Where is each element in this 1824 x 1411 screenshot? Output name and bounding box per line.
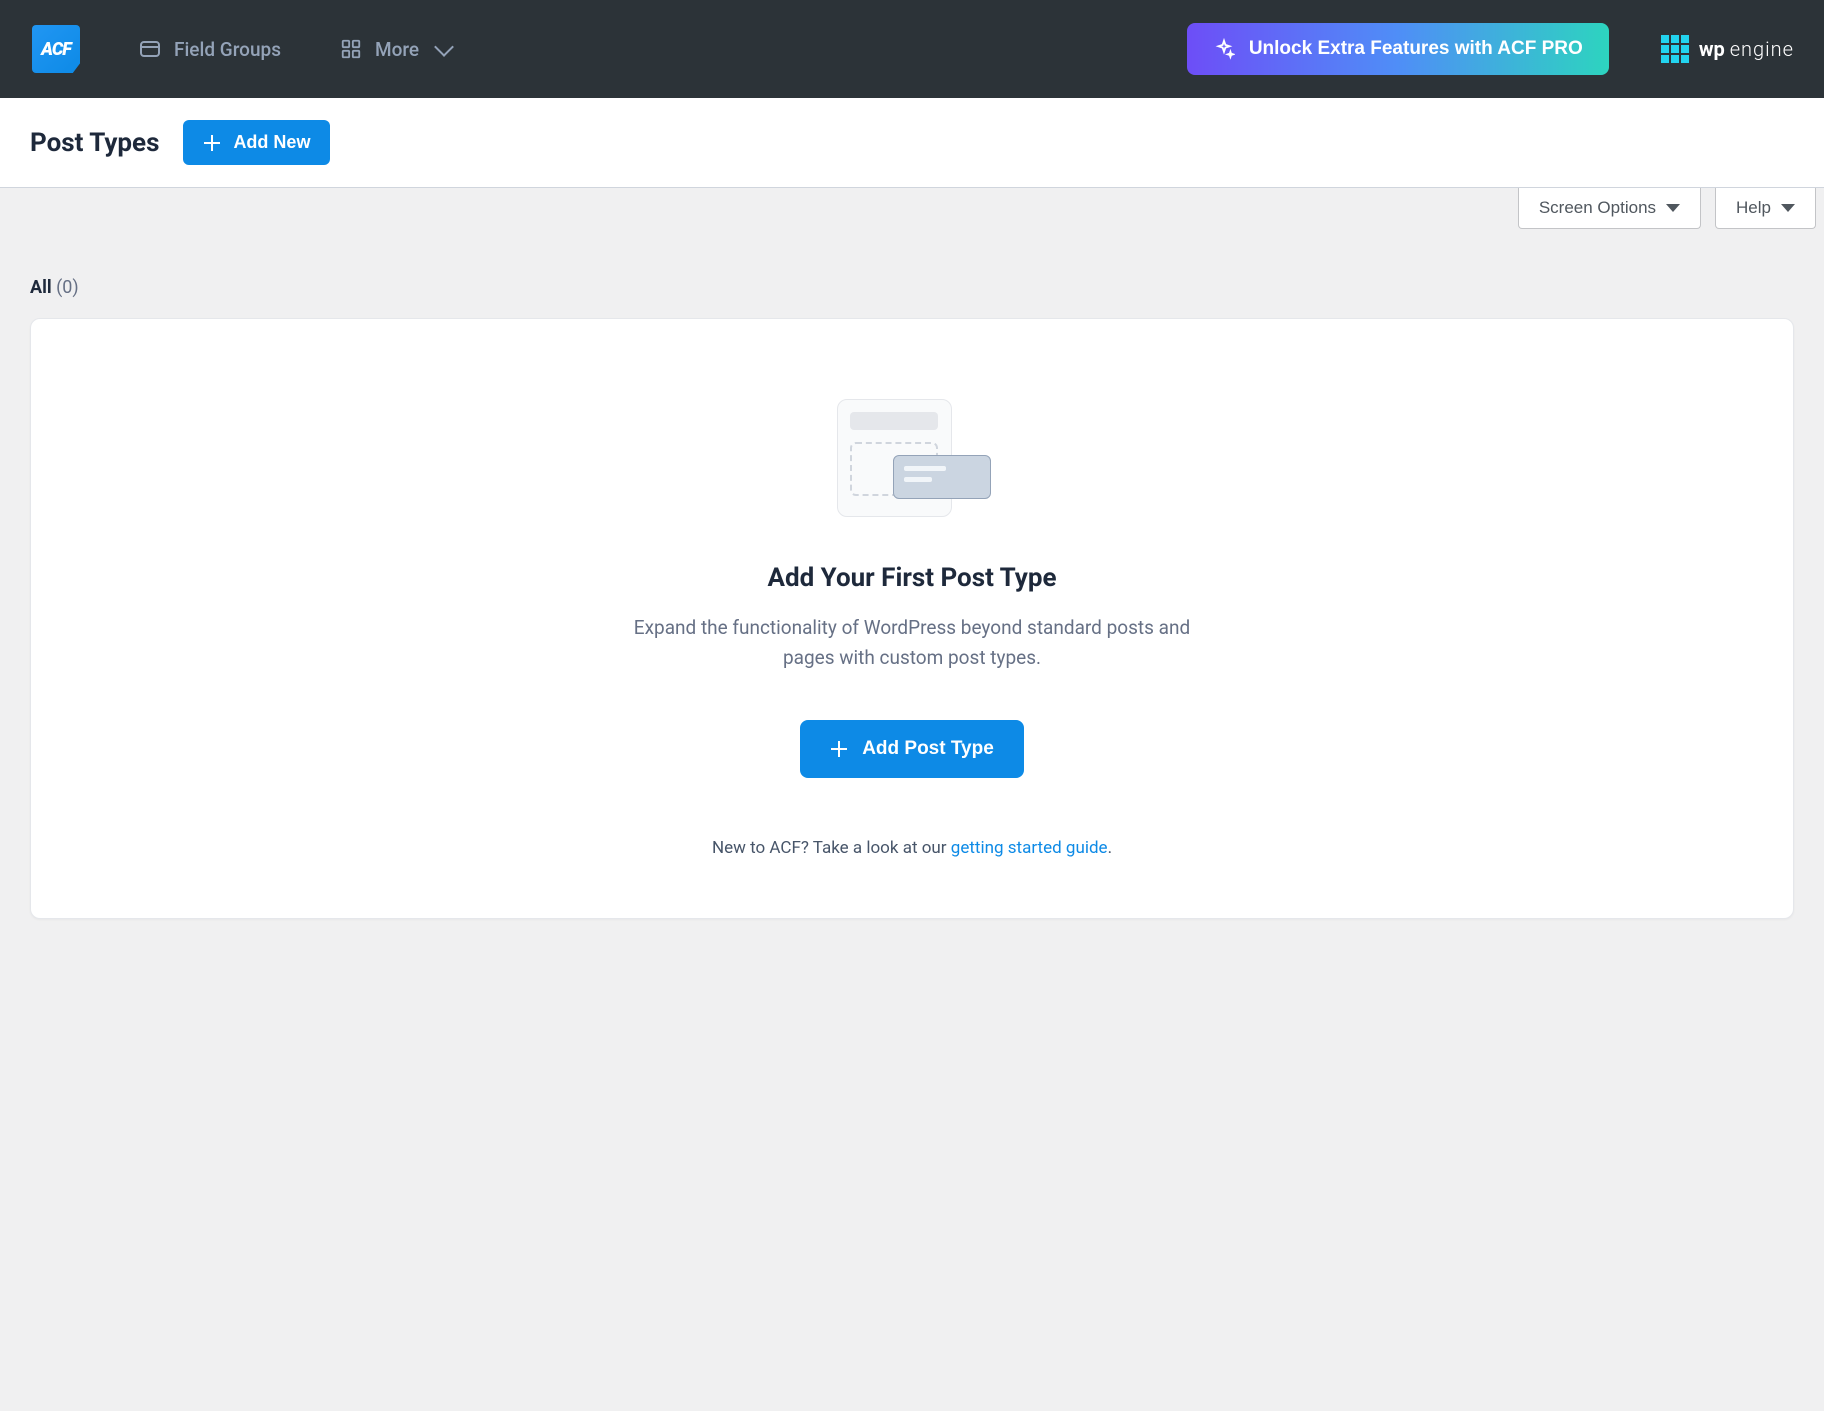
empty-illustration (837, 399, 987, 519)
plus-icon (830, 740, 848, 758)
screen-options-tab[interactable]: Screen Options (1518, 188, 1701, 229)
acf-logo[interactable]: ACF (32, 25, 80, 73)
layout-icon (138, 37, 162, 61)
getting-started-link[interactable]: getting started guide (951, 838, 1108, 858)
nav-label: More (375, 38, 419, 61)
button-label: Add Post Type (862, 738, 994, 760)
nav-field-groups[interactable]: Field Groups (138, 37, 281, 61)
page-header: Post Types Add New (0, 98, 1824, 188)
empty-title: Add Your First Post Type (71, 563, 1753, 593)
filter-row: All (0) (0, 229, 1824, 318)
add-new-button[interactable]: Add New (183, 120, 330, 165)
triangle-down-icon (1666, 204, 1680, 212)
empty-state-card: Add Your First Post Type Expand the func… (30, 318, 1794, 919)
unlock-pro-button[interactable]: Unlock Extra Features with ACF PRO (1187, 23, 1609, 75)
chevron-down-icon (434, 37, 454, 57)
wp-engine-text: wp engine (1699, 37, 1794, 61)
filter-count: (0) (56, 277, 79, 298)
empty-description: Expand the functionality of WordPress be… (622, 613, 1202, 674)
nav-more[interactable]: More (339, 37, 451, 61)
triangle-down-icon (1781, 204, 1795, 212)
wp-engine-logo[interactable]: wp engine (1661, 35, 1794, 63)
add-new-label: Add New (233, 132, 310, 153)
tab-label: Help (1736, 198, 1771, 218)
top-bar: ACF Field Groups More (0, 0, 1824, 98)
help-text: New to ACF? Take a look at our getting s… (71, 838, 1753, 858)
tabs-row: Screen Options Help (0, 188, 1824, 229)
grid-icon (339, 37, 363, 61)
filter-all[interactable]: All (0) (30, 277, 79, 298)
nav-label: Field Groups (174, 38, 281, 61)
sparkle-icon (1213, 38, 1235, 60)
plus-icon (203, 134, 221, 152)
wp-engine-icon (1661, 35, 1689, 63)
tab-label: Screen Options (1539, 198, 1656, 218)
page-title: Post Types (30, 128, 159, 158)
help-tab[interactable]: Help (1715, 188, 1816, 229)
add-post-type-button[interactable]: Add Post Type (800, 720, 1024, 778)
unlock-label: Unlock Extra Features with ACF PRO (1249, 38, 1583, 60)
